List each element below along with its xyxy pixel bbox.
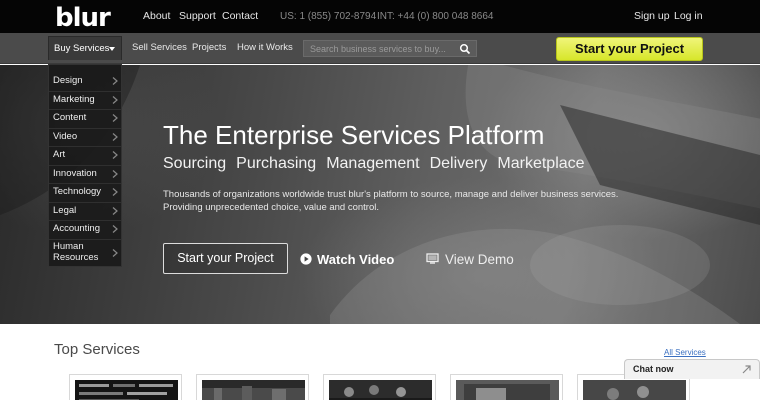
dropdown-item-label: Design	[53, 75, 83, 86]
dropdown-item-label: Technology	[53, 186, 102, 197]
blur-logo[interactable]: blur	[55, 3, 111, 33]
service-card-image	[329, 380, 432, 400]
chat-now-widget[interactable]: Chat now	[624, 359, 760, 379]
dropdown-item-design[interactable]: Design	[49, 75, 121, 86]
tag-marketplace: Marketplace	[497, 155, 585, 172]
service-card-image	[202, 380, 305, 400]
about-link[interactable]: About	[143, 10, 170, 23]
search-icon[interactable]	[459, 43, 471, 55]
dropdown-item-human-resources[interactable]: Human Resources	[49, 241, 121, 265]
phone-int: INT: +44 (0) 800 048 8664	[377, 11, 494, 22]
office-thumbnail-image	[202, 380, 305, 400]
start-project-button-top[interactable]: Start your Project	[556, 37, 703, 61]
tag-management: Management	[326, 155, 420, 172]
expand-icon[interactable]	[742, 365, 751, 374]
view-demo-label: View Demo	[445, 251, 514, 267]
sell-services-link[interactable]: Sell Services	[132, 41, 187, 54]
search-box	[303, 40, 477, 57]
caret-down-icon	[109, 47, 115, 51]
chevron-right-icon	[112, 249, 118, 257]
login-link[interactable]: Log in	[674, 10, 703, 23]
chevron-right-icon	[112, 132, 118, 141]
service-card[interactable]	[323, 374, 436, 400]
dropdown-item-marketing[interactable]: Marketing	[49, 94, 121, 105]
service-card[interactable]	[450, 374, 563, 400]
all-services-link[interactable]: All Services	[664, 348, 706, 358]
search-input[interactable]	[304, 41, 454, 56]
service-card-image	[583, 380, 686, 400]
buy-services-label: Buy Services	[54, 43, 110, 54]
start-project-button-hero[interactable]: Start your Project	[163, 243, 288, 274]
dropdown-divider	[49, 220, 121, 221]
dropdown-divider	[49, 202, 121, 203]
dropdown-item-accounting[interactable]: Accounting	[49, 223, 121, 234]
studio-thumbnail-image	[456, 380, 559, 400]
dropdown-divider	[49, 146, 121, 147]
service-card[interactable]	[69, 374, 182, 400]
play-circle-icon	[300, 253, 312, 265]
watch-video-label: Watch Video	[317, 251, 395, 267]
tag-sourcing: Sourcing	[163, 155, 227, 172]
service-card-image	[456, 380, 559, 400]
phone-us: US: 1 (855) 702-8794	[280, 11, 377, 22]
meeting-thumbnail-image	[583, 380, 686, 400]
chevron-right-icon	[112, 76, 118, 85]
how-it-works-link[interactable]: How it Works	[237, 41, 293, 54]
watch-video-button[interactable]: Watch Video	[300, 250, 394, 268]
chevron-right-icon	[112, 95, 118, 104]
dropdown-divider	[49, 165, 121, 166]
dropdown-divider	[49, 109, 121, 110]
dropdown-item-innovation[interactable]: Innovation	[49, 168, 121, 179]
dropdown-item-label-line-2: Resources	[53, 252, 99, 263]
dropdown-divider	[49, 128, 121, 129]
top-bar: blur About Support Contact US: 1 (855) 7…	[0, 0, 760, 33]
service-card[interactable]	[196, 374, 309, 400]
dropdown-item-label: Marketing	[53, 94, 95, 105]
top-services-heading: Top Services	[54, 341, 140, 358]
dropdown-item-label: Legal	[53, 205, 77, 216]
code-thumbnail-image	[75, 380, 178, 400]
tag-purchasing: Purchasing	[236, 155, 317, 172]
dropdown-divider	[49, 91, 121, 92]
chevron-right-icon	[112, 113, 118, 122]
contact-link[interactable]: Contact	[222, 10, 258, 23]
projects-link[interactable]: Projects	[192, 41, 226, 54]
tag-delivery: Delivery	[429, 155, 488, 172]
people-thumbnail-image	[329, 380, 432, 400]
chevron-right-icon	[112, 187, 118, 196]
hero-description: Thousands of organizations worldwide tru…	[163, 189, 619, 214]
dropdown-item-art[interactable]: Art	[49, 149, 121, 160]
signup-link[interactable]: Sign up	[634, 10, 670, 23]
service-card-image	[75, 380, 178, 400]
chevron-right-icon	[112, 169, 118, 178]
dropdown-item-label: Art	[53, 149, 66, 160]
hero-tagline: Sourcing Purchasing Management Delivery …	[163, 154, 585, 174]
hero-desc-line-2: Providing unprecedented choice, value an…	[163, 201, 380, 213]
dropdown-item-content[interactable]: Content	[49, 112, 121, 123]
support-link[interactable]: Support	[179, 10, 216, 23]
dropdown-item-legal[interactable]: Legal	[49, 205, 121, 216]
buy-services-button[interactable]: Buy Services	[48, 36, 122, 60]
chat-now-label: Chat now	[633, 364, 674, 374]
view-demo-button[interactable]: View Demo	[426, 250, 514, 268]
dropdown-item-label: Accounting	[53, 223, 101, 234]
chevron-right-icon	[112, 150, 118, 159]
hero-title: The Enterprise Services Platform	[163, 120, 545, 150]
dropdown-divider	[49, 183, 121, 184]
buy-services-dropdown: Design Marketing Content Video Art Innov…	[48, 64, 122, 267]
dropdown-item-technology[interactable]: Technology	[49, 186, 121, 197]
chevron-right-icon	[112, 206, 118, 215]
logo-text: blur	[55, 3, 111, 33]
chevron-right-icon	[112, 224, 118, 233]
dropdown-item-label: Video	[53, 131, 78, 142]
dropdown-item-label: Innovation	[53, 168, 97, 179]
dropdown-item-video[interactable]: Video	[49, 131, 121, 142]
dropdown-divider	[49, 239, 121, 240]
dropdown-item-label: Content	[53, 112, 87, 123]
monitor-icon	[426, 253, 439, 264]
dropdown-item-label-line-1: Human	[53, 241, 84, 252]
hero-desc-line-1: Thousands of organizations worldwide tru…	[163, 189, 619, 200]
